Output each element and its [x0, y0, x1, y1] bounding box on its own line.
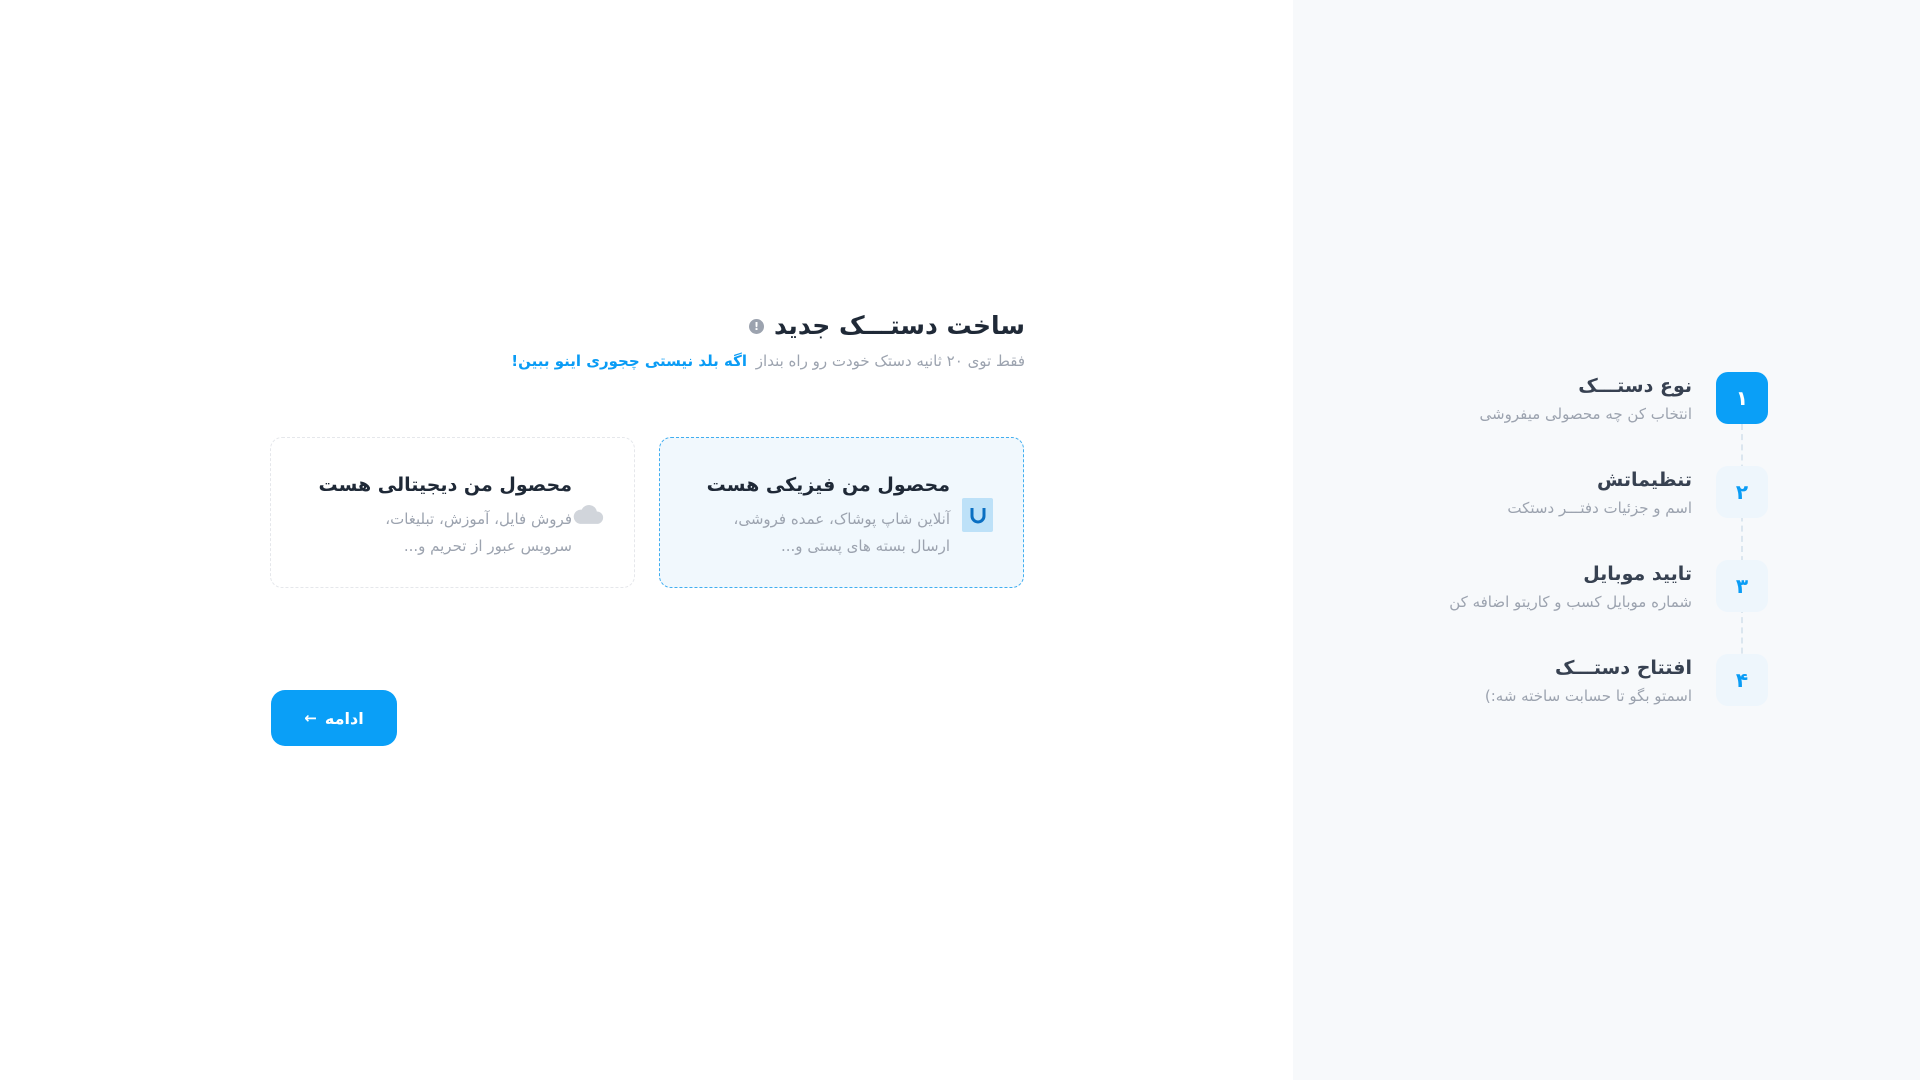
step-text: تنظیماتش اسم و جزئیات دفتـــر دستکت: [1507, 466, 1692, 521]
stepper-sidebar: ۱ نوع دستـــک انتخاب کن چه محصولی میفروش…: [1293, 0, 1920, 1080]
step-title: تنظیماتش: [1596, 469, 1692, 491]
step-3[interactable]: ۳ تایید موبایل شماره موبایل کسب و کاریتو…: [1348, 560, 1768, 654]
cloud-icon: [572, 498, 604, 532]
step-number: ۱: [1716, 372, 1768, 424]
info-icon[interactable]: !: [748, 318, 764, 334]
main-content: ساخت دستـــک جدید ! فقط توی ۲۰ ثانیه دست…: [0, 0, 1293, 1080]
help-link[interactable]: اگه بلد نیستی چجوری اینو ببین!: [511, 352, 747, 370]
step-subtitle: شماره موبایل کسب و کاریتو اضافه کن: [1449, 593, 1692, 611]
card-title: محصول من دیجیتالی هست: [318, 474, 573, 496]
card-title: محصول من فیزیکی هست: [706, 474, 950, 496]
step-subtitle: اسمتو بگو تا حسابت ساخته شه:): [1484, 687, 1692, 705]
page-subtitle: فقط توی ۲۰ ثانیه دستک خودت رو راه بنداز …: [511, 349, 1025, 373]
continue-button[interactable]: ادامه ←: [271, 690, 397, 746]
step-1[interactable]: ۱ نوع دستـــک انتخاب کن چه محصولی میفروش…: [1348, 372, 1768, 466]
card-description: فروش فایل، آموزش، تبلیغات، سرویس عبور از…: [385, 510, 572, 555]
step-title: افتتاح دستـــک: [1554, 657, 1692, 679]
step-4[interactable]: ۴ افتتاح دستـــک اسمتو بگو تا حسابت ساخت…: [1348, 654, 1768, 748]
continue-label: ادامه: [324, 708, 364, 728]
subtitle-text: فقط توی ۲۰ ثانیه دستک خودت رو راه بنداز: [755, 352, 1025, 370]
step-subtitle: انتخاب کن چه محصولی میفروشی: [1479, 405, 1692, 423]
step-number: ۲: [1716, 466, 1768, 518]
step-2[interactable]: ۲ تنظیماتش اسم و جزئیات دفتـــر دستکت: [1348, 466, 1768, 560]
digital-product-card[interactable]: محصول من دیجیتالی هست فروش فایل، آموزش، …: [270, 437, 635, 588]
arrow-left-icon: ←: [304, 709, 317, 727]
card-text: محصول من فیزیکی هست آنلاین شاپ پوشاک، عم…: [690, 468, 950, 560]
physical-product-card[interactable]: محصول من فیزیکی هست آنلاین شاپ پوشاک، عم…: [659, 437, 1024, 588]
card-description: آنلاین شاپ پوشاک، عمده فروشی، ارسال بسته…: [733, 510, 950, 555]
step-text: تایید موبایل شماره موبایل کسب و کاریتو ا…: [1449, 560, 1692, 615]
magnet-icon: [962, 498, 993, 532]
step-text: نوع دستـــک انتخاب کن چه محصولی میفروشی: [1480, 372, 1692, 427]
title-row: ساخت دستـــک جدید !: [748, 308, 1025, 344]
step-title: نوع دستـــک: [1578, 375, 1692, 397]
step-title: تایید موبایل: [1583, 563, 1692, 585]
step-subtitle: اسم و جزئیات دفتـــر دستکت: [1507, 499, 1692, 517]
step-text: افتتاح دستـــک اسمتو بگو تا حسابت ساخته …: [1485, 654, 1692, 709]
card-text: محصول من دیجیتالی هست فروش فایل، آموزش، …: [301, 468, 573, 560]
step-number: ۴: [1716, 654, 1768, 706]
step-number: ۳: [1716, 560, 1768, 612]
page-title: ساخت دستـــک جدید: [773, 311, 1025, 340]
stepper: ۱ نوع دستـــک انتخاب کن چه محصولی میفروش…: [1348, 372, 1768, 748]
